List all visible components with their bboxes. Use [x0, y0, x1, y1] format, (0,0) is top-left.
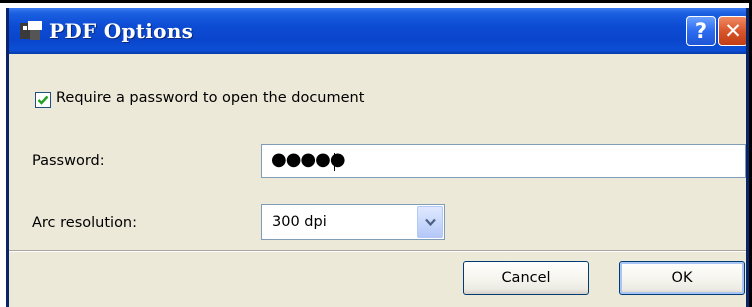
text-caret — [334, 153, 335, 171]
password-input[interactable]: ●●●●● — [261, 144, 746, 178]
arc-resolution-select[interactable]: 300 dpi — [261, 204, 445, 240]
chevron-down-icon — [425, 218, 436, 227]
require-password-checkbox[interactable] — [35, 92, 51, 108]
dropdown-button[interactable] — [417, 206, 443, 238]
cancel-button[interactable]: Cancel — [463, 261, 589, 295]
divider — [9, 250, 746, 252]
require-password-label[interactable]: Require a password to open the document — [56, 90, 364, 106]
close-button[interactable]: ✕ — [718, 16, 746, 46]
close-icon: ✕ — [724, 19, 742, 43]
window-title: PDF Options — [49, 19, 194, 43]
ok-button[interactable]: OK — [619, 261, 745, 295]
help-icon: ? — [694, 19, 708, 43]
pdf-options-dialog: PDF Options ? ✕ Require a password to op… — [6, 8, 749, 307]
arc-resolution-label: Arc resolution: — [32, 215, 138, 231]
help-button[interactable]: ? — [686, 16, 716, 46]
arc-resolution-value: 300 dpi — [272, 214, 327, 230]
password-label: Password: — [32, 153, 105, 169]
title-bar[interactable]: PDF Options ? ✕ — [9, 8, 746, 54]
pdf-options-app-icon — [19, 20, 43, 42]
checkmark-icon — [37, 95, 49, 105]
